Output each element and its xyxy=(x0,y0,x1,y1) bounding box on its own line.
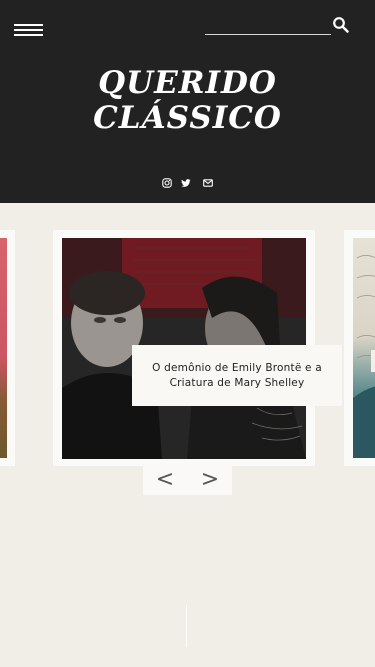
scroll-divider xyxy=(186,605,187,647)
previous-button[interactable]: < xyxy=(143,464,187,495)
envelope-icon[interactable] xyxy=(203,178,213,188)
next-collage-image xyxy=(353,255,375,458)
featured-carousel: O demônio de Emily Brontë e a Criatura d… xyxy=(0,203,375,503)
search-icon[interactable] xyxy=(332,16,350,34)
previous-card-image xyxy=(0,238,7,458)
next-card-image xyxy=(353,238,375,458)
carousel-nav: < > xyxy=(143,464,232,495)
carousel-card-previous[interactable] xyxy=(0,230,15,466)
caption-text: O demônio de Emily Brontë e a Criatura d… xyxy=(152,361,322,389)
site-header: QUERIDO CLÁSSICO xyxy=(0,0,375,203)
twitter-icon[interactable] xyxy=(181,178,191,188)
site-logo[interactable]: QUERIDO CLÁSSICO xyxy=(0,66,375,136)
logo-line-2: CLÁSSICO xyxy=(93,100,282,136)
next-button[interactable]: > xyxy=(188,464,232,495)
logo-line-1: QUERIDO xyxy=(98,65,277,101)
carousel-caption[interactable]: O demônio de Emily Brontë e a Criatura d… xyxy=(132,345,342,406)
carousel-card-active[interactable]: O demônio de Emily Brontë e a Criatura d… xyxy=(53,230,342,466)
hamburger-menu-icon[interactable] xyxy=(14,22,44,38)
instagram-icon[interactable] xyxy=(162,178,172,188)
social-links xyxy=(160,178,216,188)
search-input[interactable] xyxy=(205,18,331,35)
carousel-card-next[interactable] xyxy=(344,230,375,466)
